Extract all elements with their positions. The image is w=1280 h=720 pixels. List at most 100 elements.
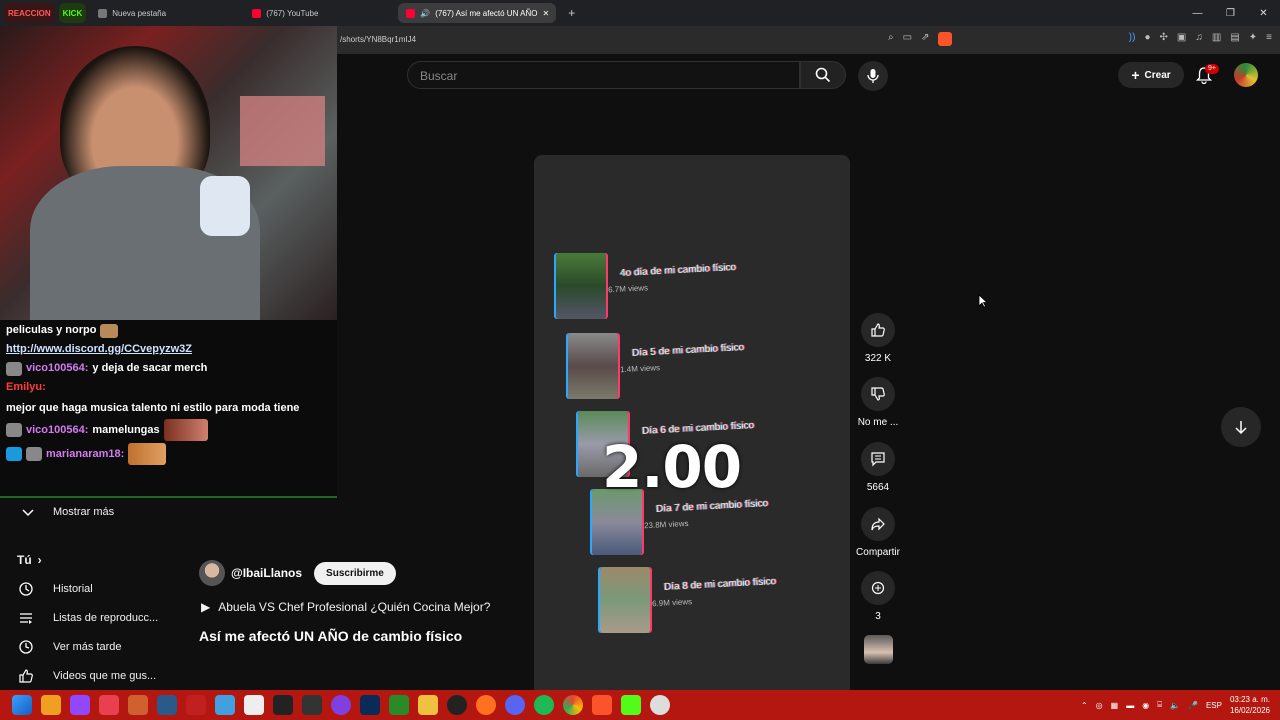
close-icon[interactable]: ✕: [542, 9, 549, 18]
tab-youtube[interactable]: (767) YouTube: [244, 3, 394, 23]
cast-icon[interactable]: ▭: [903, 32, 912, 46]
language-indicator[interactable]: ESP: [1206, 701, 1222, 710]
short-video-player[interactable]: 4o día de mi cambio físico 6.7M views Dí…: [534, 155, 850, 717]
app-icon[interactable]: [302, 695, 322, 715]
twitch-icon[interactable]: [70, 695, 90, 715]
discord-icon[interactable]: [505, 695, 525, 715]
tab-kick[interactable]: KICK: [58, 3, 87, 23]
steam-icon[interactable]: ◉: [1142, 701, 1149, 710]
volume-icon[interactable]: 🔈: [1170, 701, 1180, 710]
sidebar-icon[interactable]: ▥: [1212, 32, 1221, 43]
youtube-icon: [252, 8, 262, 18]
chrome-icon[interactable]: [563, 695, 583, 715]
close-window-icon[interactable]: ✕: [1247, 8, 1280, 19]
zoom-icon[interactable]: ⌕: [888, 32, 894, 46]
music-icon[interactable]: ♫: [1195, 32, 1203, 43]
folder-icon[interactable]: [418, 695, 438, 715]
remix-button[interactable]: 3: [852, 571, 904, 622]
sidebar-item-playlists[interactable]: Listas de reproducc...: [0, 604, 180, 632]
tab-short-active[interactable]: 🔊 (767) Así me afectó UN AÑO ✕: [398, 3, 557, 23]
related-video-link[interactable]: ▶ Abuela VS Chef Profesional ¿Quién Coci…: [201, 600, 490, 614]
tray-icon[interactable]: ▦: [1111, 701, 1119, 710]
leo-icon[interactable]: ✦: [1249, 32, 1257, 43]
window-icon[interactable]: ▣: [1177, 32, 1186, 43]
remix-circle: [861, 571, 895, 605]
wallet-icon[interactable]: ▤: [1230, 32, 1239, 43]
app-icon[interactable]: [650, 695, 670, 715]
clock[interactable]: 03:23 a. m. 16/02/2026: [1230, 694, 1270, 716]
extension-icon[interactable]: ●: [1144, 32, 1150, 43]
app-icon[interactable]: [128, 695, 148, 715]
app-icon[interactable]: [157, 695, 177, 715]
search-input[interactable]: Buscar: [407, 61, 800, 89]
xbox-icon[interactable]: [389, 695, 409, 715]
tab-new-tab[interactable]: Nueva pestaña: [90, 3, 240, 23]
obs-icon[interactable]: [331, 695, 351, 715]
search-button[interactable]: [800, 61, 846, 89]
subscribe-button[interactable]: Suscribirme: [314, 561, 396, 585]
chat-text: mejor que haga musica talento ni estilo …: [6, 402, 300, 414]
puzzle-icon[interactable]: ✣: [1160, 32, 1168, 43]
github-icon[interactable]: [447, 695, 467, 715]
create-button[interactable]: + Crear: [1118, 62, 1184, 88]
url-actions: ⌕ ▭ ⇗: [888, 32, 953, 46]
kick-icon[interactable]: [621, 695, 641, 715]
dislike-button[interactable]: No me ...: [852, 377, 904, 428]
clip-thumbnail: [556, 253, 606, 319]
clip-title: 4o día de mi cambio físico: [619, 261, 737, 280]
chat-message: vico100564: y deja de sacar merch: [6, 360, 331, 377]
mouse-cursor-icon: [978, 294, 988, 308]
remix-icon: [871, 581, 885, 595]
sound-avatar[interactable]: [864, 635, 893, 664]
sidebar-item-label: Ver más tarde: [53, 641, 122, 653]
brave-icon[interactable]: [592, 695, 612, 715]
plush-toy: [200, 176, 250, 236]
layers-app-icon[interactable]: [41, 695, 61, 715]
photoshop-icon[interactable]: [360, 695, 380, 715]
url-text[interactable]: /shorts/YN8Bqr1mIJ4: [340, 35, 416, 44]
sidebar-item-liked-videos[interactable]: Videos que me gus...: [0, 662, 180, 690]
share-button[interactable]: Compartir: [852, 507, 904, 558]
short-title: Así me afectó UN AÑO de cambio físico: [199, 628, 463, 644]
minimize-icon[interactable]: —: [1181, 8, 1214, 19]
discord-link[interactable]: http://www.discord.gg/CCvepyzw3Z: [6, 341, 192, 358]
brave-shield-icon[interactable]: [938, 32, 953, 46]
globe-icon[interactable]: [215, 695, 235, 715]
bolt-icon[interactable]: [186, 695, 206, 715]
arrow-down-icon: [1235, 421, 1247, 435]
tray-icon[interactable]: ◎: [1096, 701, 1103, 710]
new-tab-button[interactable]: +: [560, 3, 583, 23]
network-icon[interactable]: ⌸: [1157, 700, 1162, 710]
microphone-icon[interactable]: 🎤: [1188, 701, 1198, 710]
maximize-icon[interactable]: ❐: [1214, 8, 1247, 19]
valorant-icon[interactable]: [99, 695, 119, 715]
channel-avatar[interactable]: [199, 560, 225, 586]
menu-icon[interactable]: ≡: [1266, 32, 1272, 43]
dislike-label: No me ...: [857, 417, 899, 428]
next-short-preview[interactable]: [534, 677, 850, 691]
share-icon[interactable]: ⇗: [921, 32, 929, 46]
you-heading[interactable]: Tú ›: [17, 553, 42, 567]
tray-icon[interactable]: ▬: [1126, 701, 1134, 710]
firefox-icon[interactable]: [476, 695, 496, 715]
audio-icon[interactable]: )): [1129, 32, 1136, 43]
like-button[interactable]: 322 K: [852, 313, 904, 364]
channel-name[interactable]: @IbaiLlanos: [231, 566, 302, 580]
next-video-button[interactable]: [1221, 407, 1261, 447]
show-more-button[interactable]: Mostrar más: [0, 498, 180, 526]
notion-icon[interactable]: [244, 695, 264, 715]
chevron-up-icon[interactable]: ⌃: [1081, 701, 1088, 710]
capcut-icon[interactable]: [273, 695, 293, 715]
account-avatar[interactable]: [1234, 63, 1258, 87]
voice-search-button[interactable]: [858, 61, 888, 91]
clip-views: 6.9M views: [651, 597, 693, 609]
windows-start-icon[interactable]: [12, 695, 32, 715]
badge-icon: [6, 423, 22, 437]
tab-reaccion[interactable]: REACCION: [4, 3, 55, 23]
spotify-icon[interactable]: [534, 695, 554, 715]
sidebar-item-history[interactable]: Historial: [0, 575, 180, 603]
sidebar-item-watch-later[interactable]: Ver más tarde: [0, 633, 180, 661]
comments-button[interactable]: 5664: [852, 442, 904, 493]
like-count: 322 K: [864, 353, 892, 364]
tab-label: (767) YouTube: [266, 8, 319, 18]
